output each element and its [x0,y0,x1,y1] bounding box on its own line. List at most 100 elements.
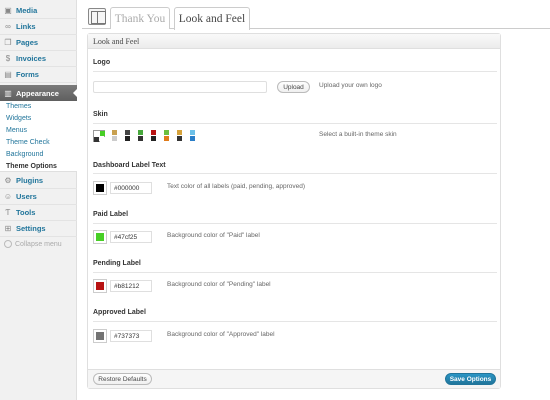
skin-swatch-cell [112,130,117,135]
appearance-submenu: Themes Widgets Menus Theme Check Backgro… [0,101,77,172]
skin-swatch[interactable] [106,130,118,142]
dashboard-label-color-input[interactable]: #000000 [110,182,152,194]
skin-swatch-cell [106,136,111,141]
skin-swatch-cell [94,137,99,142]
plugins-icon: ⚙ [4,176,12,185]
upload-button[interactable]: Upload [277,81,310,93]
submenu-item-widgets[interactable]: Widgets [6,115,31,122]
upload-button-label: Upload [283,83,304,91]
collapse-menu-label: Collapse menu [15,240,62,248]
collapse-menu-button[interactable]: Collapse menu [4,240,62,248]
color-preview [96,282,104,290]
menu-item-label: Settings [16,224,46,233]
theme-options-icon [88,8,106,25]
skin-swatch-cell [190,136,195,141]
skin-swatch-cell [171,130,176,135]
submenu-item-themes[interactable]: Themes [6,103,31,110]
skin-swatch[interactable] [158,130,170,142]
menu-item-tools[interactable]: Ƭ Tools [0,205,77,221]
menu-item-label: Links [16,22,36,31]
color-preview [96,184,104,192]
menu-item-label: Invoices [16,54,47,63]
menu-item-pages[interactable]: ❐ Pages [0,35,77,51]
tab-thank-you[interactable]: Thank You [110,7,170,29]
media-icon: ▣ [4,6,12,15]
skin-swatch-cell [106,130,111,135]
approved-label-color-picker[interactable] [93,329,107,343]
menu-item-invoices[interactable]: $ Invoices [0,51,77,67]
menu-item-users[interactable]: ☺ Users [0,189,77,205]
divider [93,173,497,174]
settings-icon: ⊞ [4,224,12,233]
submenu-item-theme-options[interactable]: Theme Options [6,163,57,170]
menu-item-plugins[interactable]: ⚙ Plugins [0,173,77,189]
submenu-item-background[interactable]: Background [6,151,43,158]
skin-swatch[interactable] [145,130,157,142]
restore-defaults-button[interactable]: Restore Defaults [93,373,152,385]
invoices-icon: $ [5,54,11,63]
pending-label-color-picker[interactable] [93,279,107,293]
skin-swatch-cell [145,136,150,141]
menu-item-label: Plugins [16,176,44,185]
skin-swatch-cell [151,130,156,135]
dashboard-label-description: Text color of all labels (paid, pending,… [167,183,306,190]
skin-swatch-cell [132,130,137,135]
restore-defaults-label: Restore Defaults [98,375,147,383]
menu-item-links[interactable]: ∞ Links [0,19,77,35]
save-options-label: Save Options [449,375,492,383]
panel-footer: Restore Defaults Save Options [88,369,500,388]
submenu-item-menus[interactable]: Menus [6,127,27,134]
menu-item-appearance[interactable]: ▥ Appearance [0,85,78,101]
skin-swatch-cell [100,131,105,136]
skin-swatch-cell [145,130,150,135]
tab-label: Thank You [114,12,166,25]
menu-item-media[interactable]: ▣ Media [0,3,77,19]
skin-swatch[interactable] [132,130,144,142]
color-preview [96,233,104,241]
skin-swatch-cell [125,136,130,141]
skin-swatch-cell [177,136,182,141]
skin-swatch-cell [119,130,124,135]
menu-item-label: Users [16,192,37,201]
menu-item-settings[interactable]: ⊞ Settings [0,221,77,237]
paid-label-color-input[interactable]: #47cf25 [110,231,152,243]
logo-title: Logo [93,59,111,66]
appearance-icon: ▥ [4,88,12,98]
skin-swatch-cell [190,130,195,135]
tools-icon: Ƭ [5,208,11,217]
skin-swatch-cell [125,130,130,135]
menu-item-forms[interactable]: ▤ Forms [0,67,77,83]
skin-title: Skin [93,111,108,118]
skin-swatch[interactable] [171,130,183,142]
skin-swatch-cell [164,136,169,141]
dashboard-label-title: Dashboard Label Text [93,162,166,169]
skin-swatch-cell [158,136,163,141]
skin-swatch-cell [164,130,169,135]
pending-label-description: Background color of "Pending" label [167,281,271,288]
logo-url-input[interactable] [93,81,267,93]
save-options-button[interactable]: Save Options [445,373,496,385]
paid-label-color-picker[interactable] [93,230,107,244]
skin-swatch-cell [184,130,189,135]
skin-swatch-cell [184,136,189,141]
skin-swatch[interactable] [184,130,196,142]
dashboard-label-color-picker[interactable] [93,181,107,195]
tab-look-and-feel[interactable]: Look and Feel [174,7,250,30]
submenu-item-theme-check[interactable]: Theme Check [6,139,50,146]
skin-swatch-cell [119,136,124,141]
menu-item-label: Media [16,6,38,15]
divider [93,123,497,124]
skin-swatch[interactable] [93,130,105,142]
pending-label-color-input[interactable]: #b81212 [110,280,152,292]
approved-label-color-input[interactable]: #737373 [110,330,152,342]
menu-item-label: Pages [16,38,39,47]
divider [93,223,497,224]
divider [93,71,497,72]
skin-swatch-cell [132,136,137,141]
collapse-icon [4,240,12,248]
skin-swatch-cell [138,136,143,141]
pages-icon: ❐ [4,38,12,47]
skin-swatch[interactable] [119,130,131,142]
color-preview [96,332,104,340]
logo-description: Upload your own logo [319,82,382,89]
